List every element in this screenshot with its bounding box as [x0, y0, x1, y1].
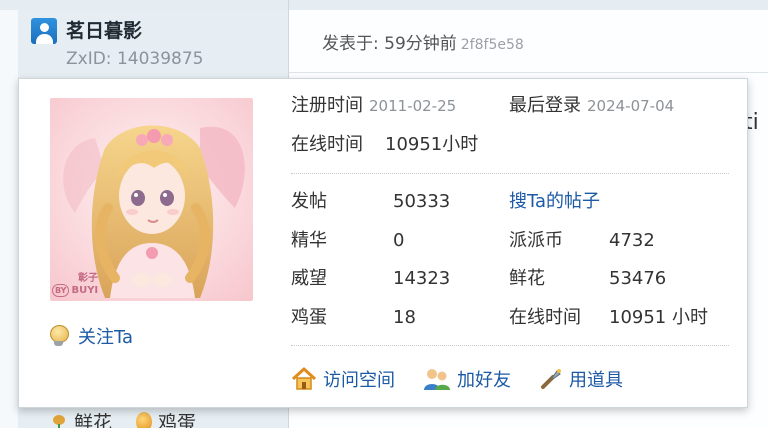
tool-icon — [541, 369, 561, 389]
posted-time: 发表于: 59分钟前 — [322, 34, 457, 54]
home-icon — [291, 367, 317, 390]
use-item-label: 用道具 — [569, 370, 623, 391]
portrait-image — [50, 98, 253, 301]
egg-button[interactable]: 鸡蛋 — [158, 408, 196, 428]
register-date: 2011-02-25 — [369, 97, 457, 115]
post-hash: 2f8f5e58 — [460, 37, 524, 53]
follow-label: 关注Ta — [78, 327, 134, 348]
post-rating-actions: 鲜花 鸡蛋 — [50, 408, 196, 428]
portrait-signature-name: BUYI — [71, 285, 99, 296]
flower-icon — [50, 413, 68, 428]
posts-label: 发帖 — [291, 191, 327, 212]
bulb-icon — [49, 325, 69, 347]
profile-actions: 访问空间 加好友 用道具 — [291, 365, 651, 393]
coins-label: 派派币 — [509, 230, 563, 251]
prestige-label: 威望 — [291, 268, 327, 289]
last-login-label: 最后登录 — [509, 95, 581, 116]
visit-space-label: 访问空间 — [323, 370, 395, 391]
visit-space-button[interactable]: 访问空间 — [291, 366, 395, 392]
register-label: 注册时间 — [291, 95, 363, 116]
egg-icon — [136, 411, 153, 428]
post-header-divider — [289, 72, 768, 73]
eggs-value: 18 — [393, 307, 416, 328]
add-friend-label: 加好友 — [457, 370, 511, 391]
digest-label: 精华 — [291, 230, 327, 251]
register-row: 注册时间 2011-02-25 — [291, 93, 456, 119]
flower-button[interactable]: 鲜花 — [74, 408, 112, 428]
add-friend-icon — [424, 369, 450, 390]
search-posts-link[interactable]: 搜Ta的帖子 — [509, 189, 600, 215]
divider — [291, 173, 729, 174]
online-time-value: 10951小时 — [385, 134, 479, 155]
last-login-date: 2024-07-04 — [587, 97, 675, 115]
post-meta: 发表于: 59分钟前 2f8f5e58 — [322, 32, 524, 57]
add-friend-button[interactable]: 加好友 — [423, 366, 511, 392]
online-time-row: 在线时间 10951小时 — [291, 132, 478, 158]
posts-value: 50333 — [393, 191, 451, 212]
top-strip — [0, 0, 768, 10]
portrait-signature-by: BY — [52, 284, 70, 297]
eggs-label: 鸡蛋 — [291, 307, 327, 328]
use-item-button[interactable]: 用道具 — [539, 366, 623, 392]
portrait-signature-cn: 彰子 — [78, 273, 98, 284]
portrait-signature: 彰子 BY BUYI — [52, 273, 98, 297]
online-label: 在线时间 — [509, 307, 581, 328]
profile-portrait[interactable]: 彰子 BY BUYI — [50, 98, 253, 301]
flowers-value: 53476 — [609, 268, 667, 289]
flowers-label: 鲜花 — [509, 268, 545, 289]
profile-popup-card: 彰子 BY BUYI 关注Ta 注册时间 2011-02-25 最后登录 2024-0… — [18, 78, 748, 408]
coins-value: 4732 — [609, 230, 655, 251]
online-time-label: 在线时间 — [291, 134, 363, 155]
online-value: 10951 小时 — [609, 307, 708, 328]
user-avatar-icon[interactable] — [31, 18, 57, 44]
prestige-value: 14323 — [393, 268, 451, 289]
follow-button[interactable]: 关注Ta — [49, 323, 133, 349]
author-id: ZxID: 14039875 — [66, 49, 204, 69]
digest-value: 0 — [393, 230, 405, 251]
last-login-row: 最后登录 2024-07-04 — [509, 93, 674, 119]
divider — [291, 345, 729, 346]
author-name[interactable]: 茗日暮影 — [66, 18, 142, 44]
